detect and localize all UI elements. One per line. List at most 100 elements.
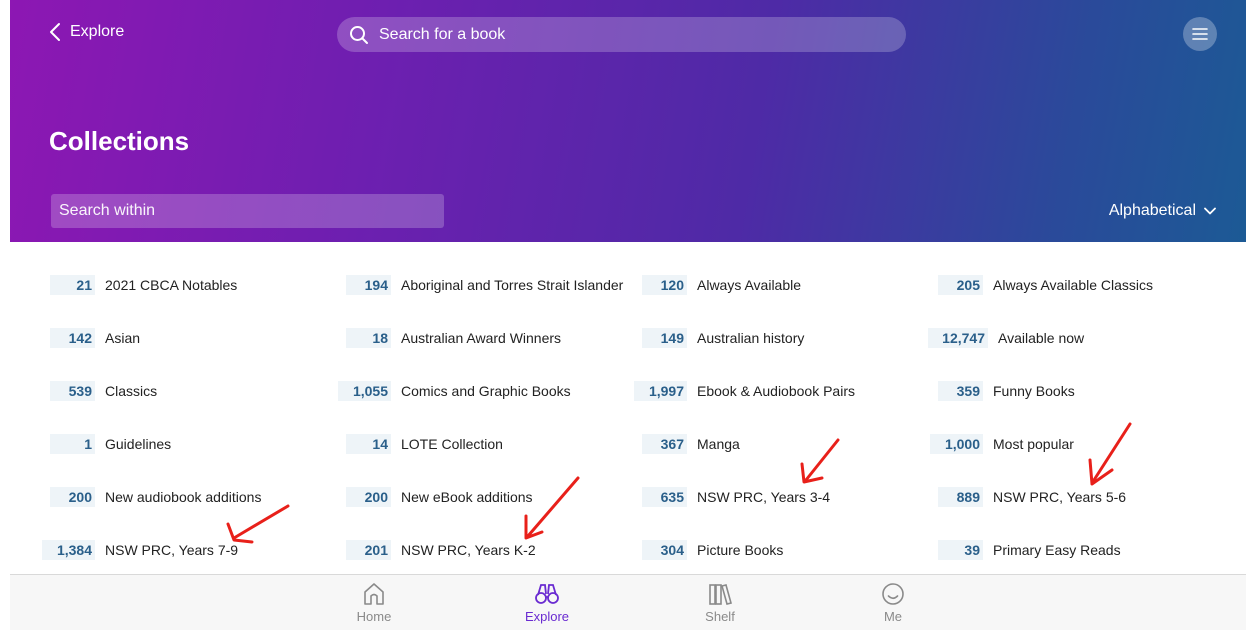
smiley-icon (882, 583, 904, 605)
collection-count: 1,055 (338, 381, 391, 401)
collection-label: NSW PRC, Years 7-9 (105, 542, 239, 558)
collection-item[interactable]: 359 Funny Books (938, 379, 1075, 403)
search-placeholder: Search for a book (379, 25, 506, 43)
collection-count: 194 (346, 275, 391, 295)
collection-label: Comics and Graphic Books (401, 383, 571, 399)
collection-count: 359 (938, 381, 983, 401)
collection-item[interactable]: 1,384 NSW PRC, Years 7-9 (42, 538, 238, 562)
search-icon (350, 25, 368, 44)
sort-dropdown[interactable]: Alphabetical (1109, 202, 1216, 220)
home-icon (364, 583, 384, 605)
collection-label: Australian Award Winners (401, 330, 562, 346)
books-icon (709, 584, 732, 605)
collection-label: New eBook additions (401, 489, 533, 505)
collection-item[interactable]: 635 NSW PRC, Years 3-4 (642, 485, 830, 509)
collection-count: 304 (642, 540, 687, 560)
collection-label: Classics (105, 383, 158, 399)
bottom-tab-bar: Home Explore Shelf Me (10, 574, 1246, 630)
hamburger-icon (1192, 28, 1208, 40)
collection-item[interactable]: 200 New audiobook additions (50, 485, 261, 509)
collection-item[interactable]: 149 Australian history (642, 326, 804, 350)
collection-item[interactable]: 21 2021 CBCA Notables (50, 273, 237, 297)
collection-count: 12,747 (928, 328, 988, 348)
menu-button[interactable] (1183, 17, 1217, 51)
collection-label: Picture Books (697, 542, 784, 558)
collection-label: Ebook & Audiobook Pairs (697, 383, 855, 399)
binoculars-icon (535, 584, 559, 604)
collection-item[interactable]: 367 Manga (642, 432, 740, 456)
collection-count: 1,997 (634, 381, 687, 401)
collection-count: 1 (50, 434, 95, 454)
chevron-down-icon (1204, 207, 1216, 215)
collection-count: 21 (50, 275, 95, 295)
collection-label: Guidelines (105, 436, 172, 452)
collection-label: Most popular (993, 436, 1074, 452)
collection-label: Funny Books (993, 383, 1075, 399)
chevron-left-icon (50, 23, 60, 41)
collection-item[interactable]: 889 NSW PRC, Years 5-6 (938, 485, 1126, 509)
collection-count: 889 (938, 487, 983, 507)
collection-label: Always Available (697, 277, 802, 293)
collection-count: 200 (50, 487, 95, 507)
collection-count: 1,000 (930, 434, 983, 454)
collection-count: 200 (346, 487, 391, 507)
collection-item[interactable]: 39 Primary Easy Reads (938, 538, 1121, 562)
collection-item[interactable]: 14 LOTE Collection (346, 432, 503, 456)
collection-count: 14 (346, 434, 391, 454)
collection-item[interactable]: 1,000 Most popular (930, 432, 1074, 456)
book-search-bar[interactable]: Search for a book (337, 17, 906, 52)
collection-item[interactable]: 205 Always Available Classics (938, 273, 1153, 297)
collection-label: Australian history (697, 330, 805, 346)
collection-item[interactable]: 1,997 Ebook & Audiobook Pairs (634, 379, 855, 403)
collection-count: 39 (938, 540, 983, 560)
collection-item[interactable]: 1 Guidelines (50, 432, 171, 456)
collection-count: 367 (642, 434, 687, 454)
collection-label: LOTE Collection (401, 436, 503, 452)
collection-count: 18 (346, 328, 391, 348)
collection-count: 201 (346, 540, 391, 560)
search-within-input[interactable] (51, 194, 444, 228)
tab-explore[interactable]: Explore (512, 581, 582, 624)
collection-label: NSW PRC, Years K-2 (401, 542, 536, 558)
collection-item[interactable]: 304 Picture Books (642, 538, 783, 562)
collection-count: 149 (642, 328, 687, 348)
collection-item[interactable]: 120 Always Available (642, 273, 801, 297)
tab-label: Me (883, 609, 903, 624)
collection-count: 1,384 (42, 540, 95, 560)
collection-label: Manga (697, 436, 740, 452)
collection-item[interactable]: 194 Aboriginal and Torres Strait Islander (346, 273, 623, 297)
back-button[interactable]: Explore (48, 22, 124, 42)
collection-label: Aboriginal and Torres Strait Islander (401, 277, 624, 293)
tab-label: Shelf (705, 609, 735, 624)
collection-label: Asian (105, 330, 141, 346)
collections-header: Explore Search for a book Collections Al… (10, 0, 1246, 242)
app-window: Explore Search for a book Collections Al… (10, 0, 1246, 630)
collection-item[interactable]: 18 Australian Award Winners (346, 326, 561, 350)
page-title: Collections (49, 126, 190, 156)
collection-label: Primary Easy Reads (993, 542, 1121, 558)
collection-item[interactable]: 12,747 Available now (928, 326, 1084, 350)
tab-label: Home (356, 609, 392, 624)
collection-count: 635 (642, 487, 687, 507)
back-label: Explore (70, 23, 125, 40)
collection-count: 539 (50, 381, 95, 401)
collection-label: NSW PRC, Years 3-4 (697, 489, 831, 505)
tab-label: Explore (524, 609, 570, 624)
tab-me[interactable]: Me (858, 581, 928, 624)
collection-item[interactable]: 200 New eBook additions (346, 485, 533, 509)
collection-label: Available now (998, 330, 1085, 346)
sort-label: Alphabetical (1108, 202, 1196, 219)
collection-item[interactable]: 1,055 Comics and Graphic Books (338, 379, 571, 403)
collection-count: 120 (642, 275, 687, 295)
collection-count: 205 (938, 275, 983, 295)
collection-item[interactable]: 201 NSW PRC, Years K-2 (346, 538, 536, 562)
collection-label: New audiobook additions (105, 489, 262, 505)
collection-item[interactable]: 142 Asian (50, 326, 140, 350)
collection-count: 142 (50, 328, 95, 348)
collection-label: NSW PRC, Years 5-6 (993, 489, 1127, 505)
tab-home[interactable]: Home (339, 581, 409, 624)
collection-label: 2021 CBCA Notables (105, 277, 238, 293)
tab-shelf[interactable]: Shelf (685, 581, 755, 624)
collection-item[interactable]: 539 Classics (50, 379, 157, 403)
collections-grid: 21 2021 CBCA Notables 194 Aboriginal and T… (10, 258, 1246, 578)
